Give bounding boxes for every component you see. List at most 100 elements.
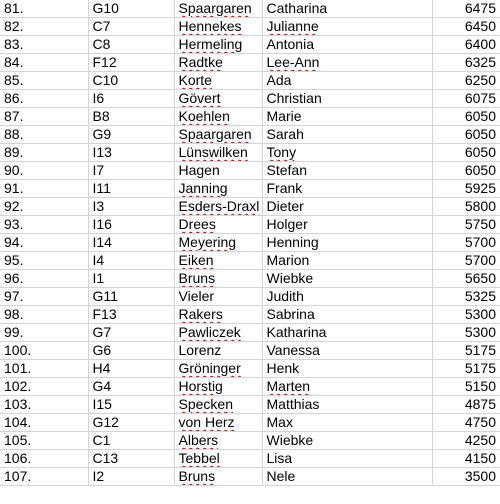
- surname-cell[interactable]: Vieler: [174, 287, 263, 307]
- surname-cell[interactable]: Janning: [174, 179, 263, 199]
- firstname-cell[interactable]: Nele: [262, 467, 433, 487]
- surname-cell[interactable]: Horstig: [174, 377, 263, 397]
- rank-cell[interactable]: 86.: [0, 89, 89, 109]
- firstname-cell[interactable]: Katharina: [262, 323, 433, 343]
- score-cell[interactable]: 5175: [432, 341, 500, 361]
- firstname-cell[interactable]: Tony: [262, 143, 433, 163]
- surname-cell[interactable]: Spaargaren: [174, 125, 263, 145]
- firstname-cell[interactable]: Sabrina: [262, 305, 433, 325]
- score-cell[interactable]: 5925: [432, 179, 500, 199]
- firstname-cell[interactable]: Henk: [262, 359, 433, 379]
- rank-cell[interactable]: 90.: [0, 161, 89, 181]
- code-cell[interactable]: I13: [88, 143, 175, 163]
- surname-cell[interactable]: Tebbel: [174, 449, 263, 469]
- code-cell[interactable]: I3: [88, 197, 175, 217]
- firstname-cell[interactable]: Christian: [262, 89, 433, 109]
- surname-cell[interactable]: Drees: [174, 215, 263, 235]
- score-cell[interactable]: 4750: [432, 413, 500, 433]
- score-cell[interactable]: 6325: [432, 53, 500, 73]
- rank-cell[interactable]: 100.: [0, 341, 89, 361]
- surname-cell[interactable]: Rakers: [174, 305, 263, 325]
- firstname-cell[interactable]: Matthias: [262, 395, 433, 415]
- code-cell[interactable]: I4: [88, 251, 175, 271]
- code-cell[interactable]: I14: [88, 233, 175, 253]
- firstname-cell[interactable]: Marten: [262, 377, 433, 397]
- firstname-cell[interactable]: Marion: [262, 251, 433, 271]
- rank-cell[interactable]: 83.: [0, 35, 89, 55]
- rank-cell[interactable]: 88.: [0, 125, 89, 145]
- code-cell[interactable]: C10: [88, 71, 175, 91]
- score-cell[interactable]: 5300: [432, 305, 500, 325]
- rank-cell[interactable]: 103.: [0, 395, 89, 415]
- surname-cell[interactable]: Lünswilken: [174, 143, 263, 163]
- firstname-cell[interactable]: Lisa: [262, 449, 433, 469]
- rank-cell[interactable]: 107.: [0, 467, 89, 487]
- code-cell[interactable]: F12: [88, 53, 175, 73]
- surname-cell[interactable]: Hermeling: [174, 35, 263, 55]
- surname-cell[interactable]: Pawliczek: [174, 323, 263, 343]
- rank-cell[interactable]: 97.: [0, 287, 89, 307]
- score-cell[interactable]: 5175: [432, 359, 500, 379]
- code-cell[interactable]: C7: [88, 17, 175, 37]
- surname-cell[interactable]: Bruns: [174, 269, 263, 289]
- rank-cell[interactable]: 93.: [0, 215, 89, 235]
- score-cell[interactable]: 5800: [432, 197, 500, 217]
- score-cell[interactable]: 5150: [432, 377, 500, 397]
- code-cell[interactable]: G7: [88, 323, 175, 343]
- code-cell[interactable]: I7: [88, 161, 175, 181]
- code-cell[interactable]: G9: [88, 125, 175, 145]
- score-cell[interactable]: 5700: [432, 251, 500, 271]
- surname-cell[interactable]: Gövert: [174, 89, 263, 109]
- rank-cell[interactable]: 89.: [0, 143, 89, 163]
- surname-cell[interactable]: Lorenz: [174, 341, 263, 361]
- surname-cell[interactable]: Meyering: [174, 233, 263, 253]
- rank-cell[interactable]: 84.: [0, 53, 89, 73]
- surname-cell[interactable]: Hennekes: [174, 17, 263, 37]
- rank-cell[interactable]: 82.: [0, 17, 89, 37]
- score-cell[interactable]: 6250: [432, 71, 500, 91]
- firstname-cell[interactable]: Sarah: [262, 125, 433, 145]
- firstname-cell[interactable]: Vanessa: [262, 341, 433, 361]
- score-cell[interactable]: 6075: [432, 89, 500, 109]
- code-cell[interactable]: G4: [88, 377, 175, 397]
- code-cell[interactable]: I15: [88, 395, 175, 415]
- surname-cell[interactable]: Gröninger: [174, 359, 263, 379]
- score-cell[interactable]: 4150: [432, 449, 500, 469]
- score-cell[interactable]: 6400: [432, 35, 500, 55]
- firstname-cell[interactable]: Antonia: [262, 35, 433, 55]
- rank-cell[interactable]: 91.: [0, 179, 89, 199]
- code-cell[interactable]: I1: [88, 269, 175, 289]
- rank-cell[interactable]: 101.: [0, 359, 89, 379]
- code-cell[interactable]: I11: [88, 179, 175, 199]
- rank-cell[interactable]: 98.: [0, 305, 89, 325]
- score-cell[interactable]: 6050: [432, 143, 500, 163]
- code-cell[interactable]: F13: [88, 305, 175, 325]
- firstname-cell[interactable]: Catharina: [262, 0, 433, 19]
- code-cell[interactable]: G12: [88, 413, 175, 433]
- score-cell[interactable]: 6450: [432, 17, 500, 37]
- rank-cell[interactable]: 92.: [0, 197, 89, 217]
- firstname-cell[interactable]: Wiebke: [262, 431, 433, 451]
- score-cell[interactable]: 5325: [432, 287, 500, 307]
- surname-cell[interactable]: Koehlen: [174, 107, 263, 127]
- firstname-cell[interactable]: Holger: [262, 215, 433, 235]
- code-cell[interactable]: H4: [88, 359, 175, 379]
- code-cell[interactable]: G6: [88, 341, 175, 361]
- firstname-cell[interactable]: Max: [262, 413, 433, 433]
- code-cell[interactable]: C8: [88, 35, 175, 55]
- rank-cell[interactable]: 96.: [0, 269, 89, 289]
- rank-cell[interactable]: 85.: [0, 71, 89, 91]
- rank-cell[interactable]: 104.: [0, 413, 89, 433]
- score-cell[interactable]: 6050: [432, 161, 500, 181]
- score-cell[interactable]: 5650: [432, 269, 500, 289]
- surname-cell[interactable]: Albers: [174, 431, 263, 451]
- rank-cell[interactable]: 94.: [0, 233, 89, 253]
- surname-cell[interactable]: Specken: [174, 395, 263, 415]
- firstname-cell[interactable]: Ada: [262, 71, 433, 91]
- firstname-cell[interactable]: Lee-Ann: [262, 53, 433, 73]
- rank-cell[interactable]: 87.: [0, 107, 89, 127]
- firstname-cell[interactable]: Judith: [262, 287, 433, 307]
- surname-cell[interactable]: Bruns: [174, 467, 263, 487]
- code-cell[interactable]: B8: [88, 107, 175, 127]
- surname-cell[interactable]: von Herz: [174, 413, 263, 433]
